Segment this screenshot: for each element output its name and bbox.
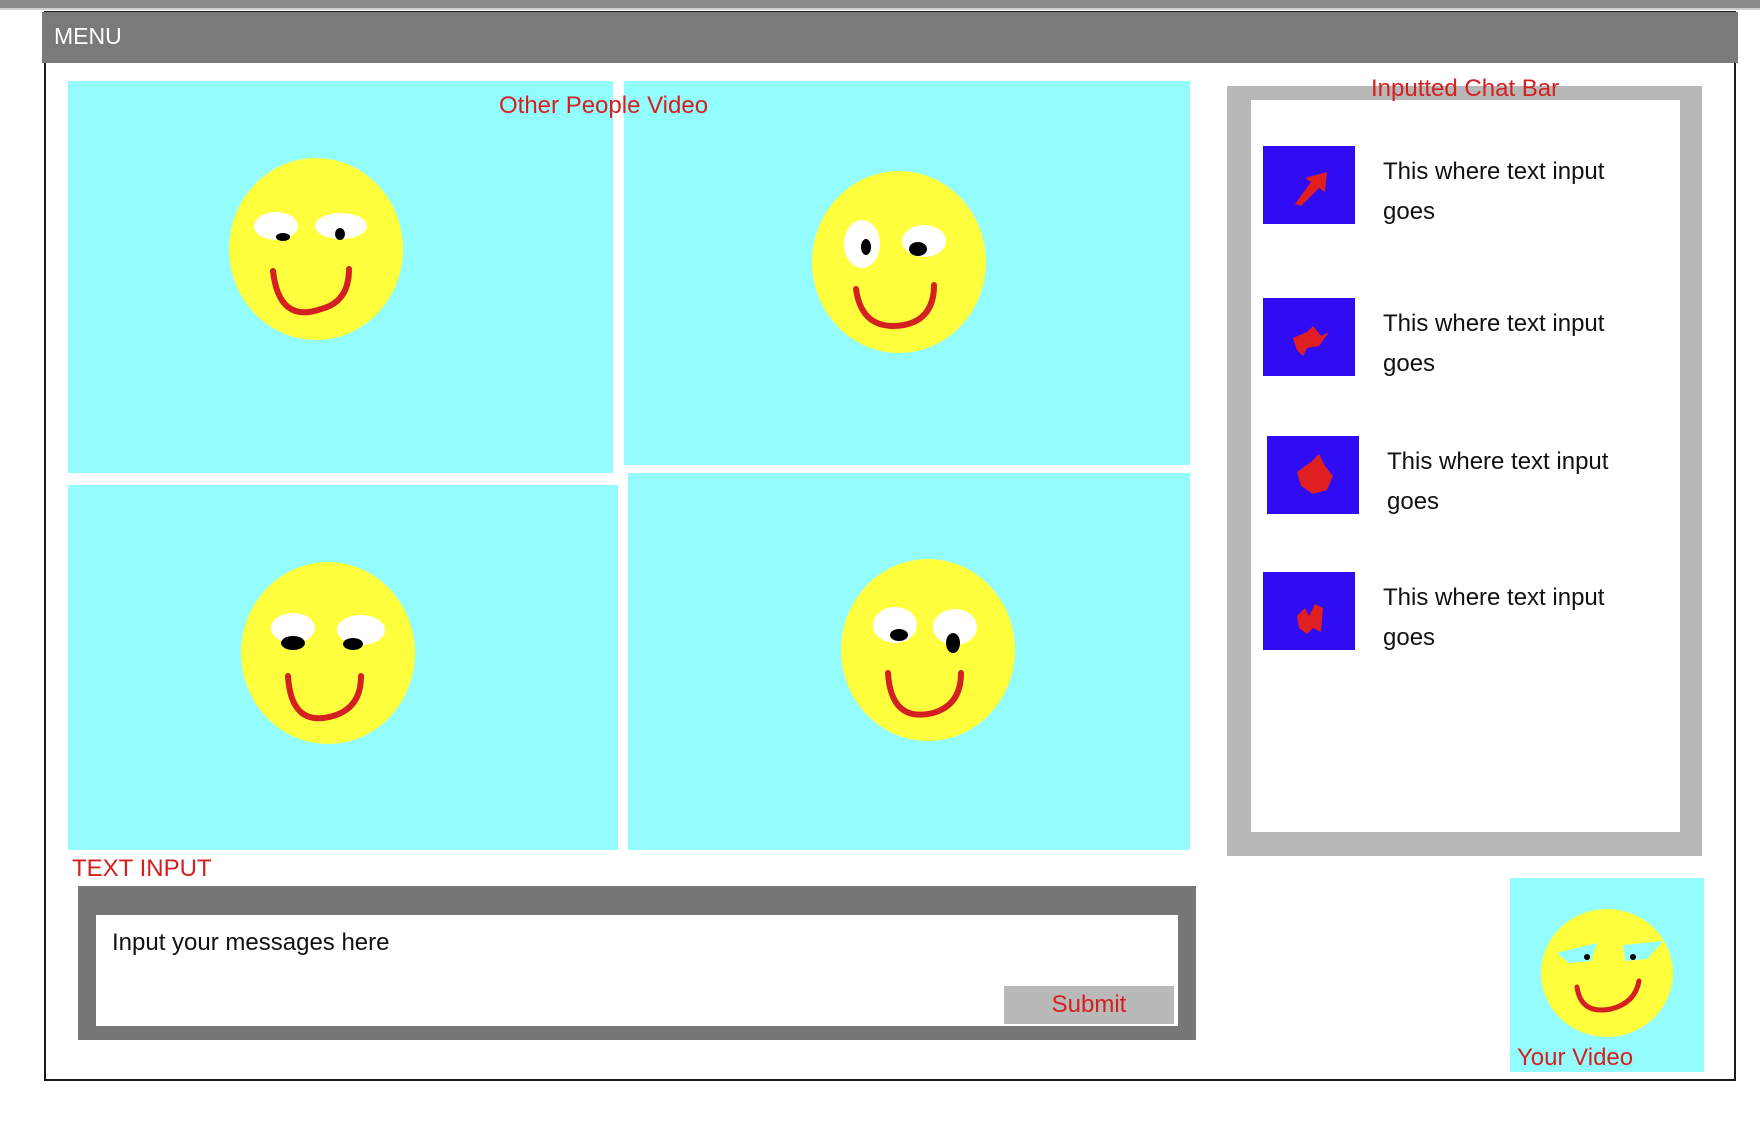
avatar (1267, 436, 1359, 514)
smiley-face-icon (229, 158, 403, 340)
chat-message-line: goes (1383, 624, 1436, 651)
chat-message: This where text input goes (1267, 436, 1667, 516)
chat-message-text: This where text input goes (1383, 578, 1643, 658)
video-tile-1[interactable] (68, 81, 613, 473)
smiley-face-icon (812, 171, 986, 353)
message-input-placeholder: Input your messages here (112, 929, 390, 956)
smiley-face-icon (241, 562, 415, 744)
submit-button[interactable]: Submit (1004, 986, 1174, 1024)
other-people-video-label: Other People Video (499, 92, 709, 119)
chat-bar-label: Inputted Chat Bar (1371, 75, 1560, 102)
chat-message: This where text input goes (1263, 572, 1663, 652)
text-input-label: TEXT INPUT (72, 855, 212, 882)
smiley-face-icon (1541, 909, 1673, 1037)
smiley-face-icon (841, 559, 1015, 741)
chat-message-text: This where text input goes (1383, 152, 1643, 232)
menu-bar[interactable]: MENU (42, 12, 1738, 63)
your-video-label: Your Video (1517, 1044, 1634, 1071)
avatar (1263, 146, 1355, 224)
window-top-edge (0, 0, 1760, 8)
chat-message-line: This where text input (1383, 158, 1605, 185)
chat-message-text: This where text input goes (1387, 442, 1647, 522)
chat-message: This where text input goes (1263, 298, 1663, 378)
chat-message-text: This where text input goes (1383, 304, 1643, 384)
chat-message-line: goes (1383, 198, 1436, 225)
chat-message-list[interactable]: This where text input goes This where te… (1251, 100, 1680, 832)
video-tile-2[interactable] (624, 81, 1190, 465)
other-people-video-grid (68, 81, 1190, 850)
chat-message: This where text input goes (1263, 146, 1663, 226)
chat-message-line: This where text input (1383, 310, 1605, 337)
chat-message-line: goes (1387, 488, 1440, 515)
window-top-edge-highlight (0, 8, 1760, 10)
your-video-tile[interactable] (1510, 878, 1704, 1072)
text-input-panel: Input your messages here Submit (78, 886, 1196, 1040)
chat-message-line: This where text input (1387, 448, 1609, 475)
video-tile-3[interactable] (68, 485, 618, 850)
avatar (1263, 572, 1355, 650)
chat-message-line: goes (1383, 350, 1436, 377)
menu-label[interactable]: MENU (54, 23, 122, 50)
video-tile-4[interactable] (628, 473, 1190, 850)
avatar (1263, 298, 1355, 376)
message-input[interactable]: Input your messages here Submit (96, 915, 1178, 1026)
chat-panel: This where text input goes This where te… (1227, 86, 1702, 856)
chat-message-line: This where text input (1383, 584, 1605, 611)
